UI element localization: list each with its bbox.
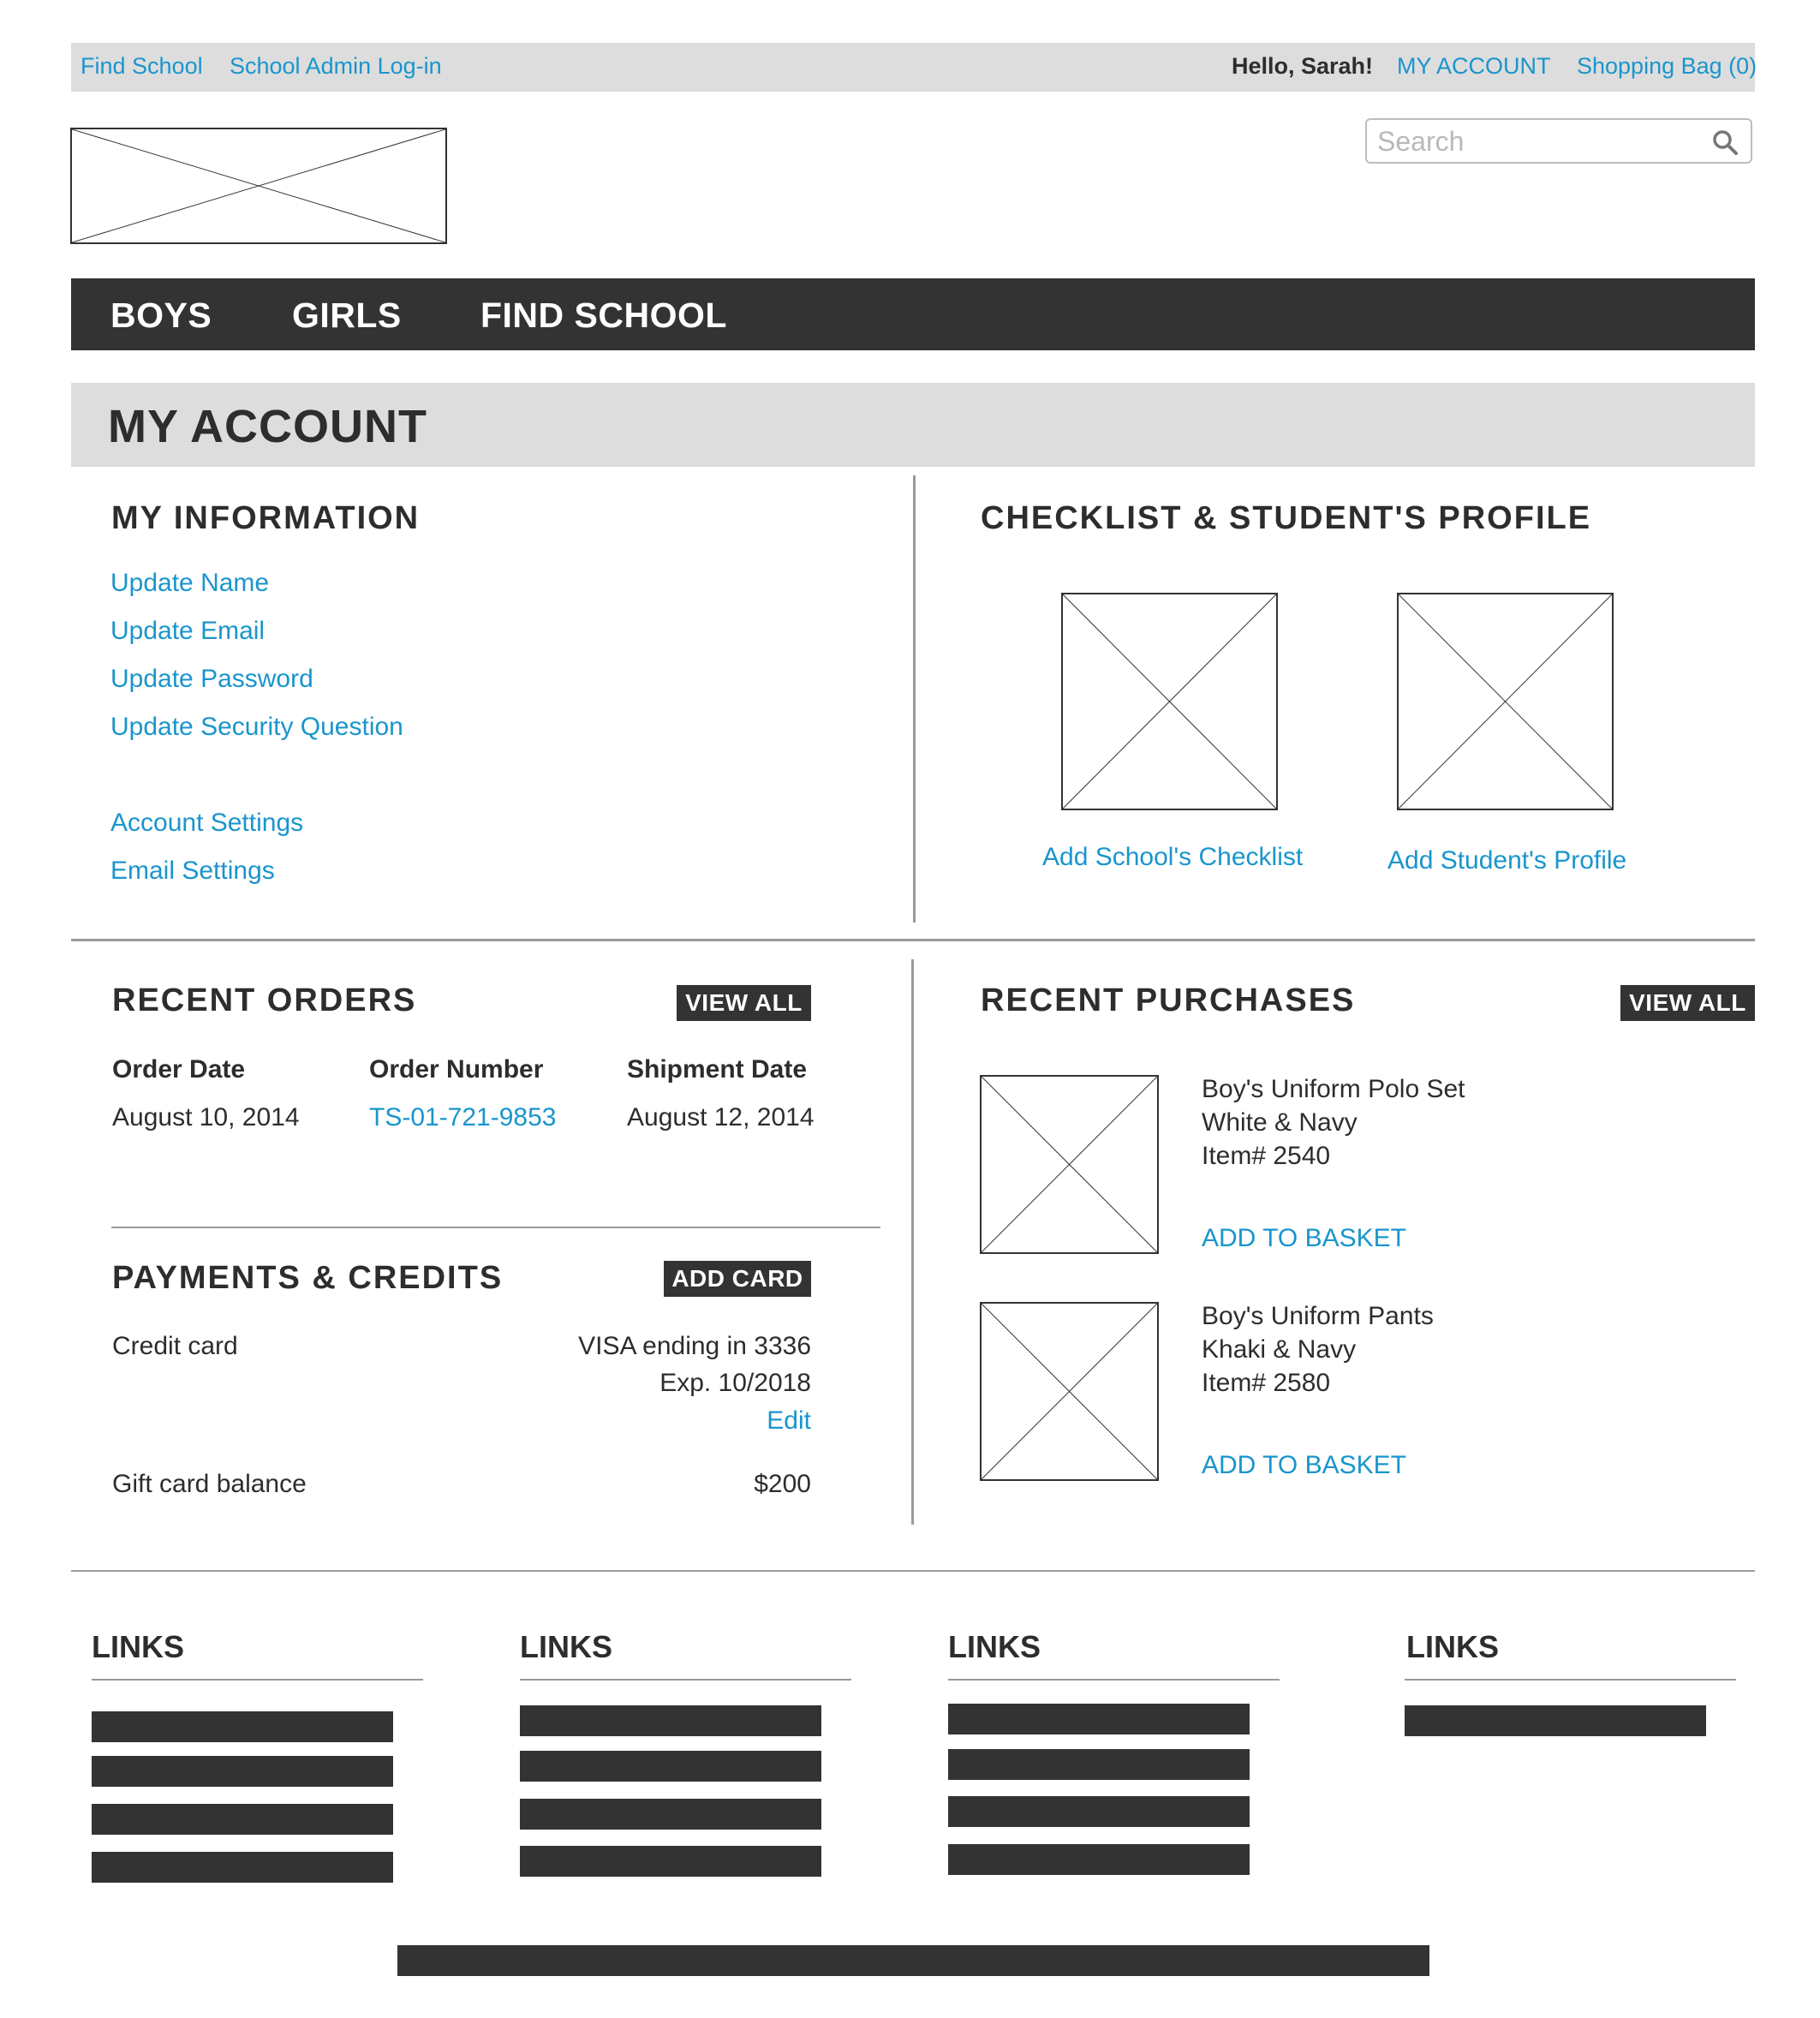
footer-column-rule [520,1679,851,1681]
product-name: Boy's Uniform Pants [1202,1302,1434,1330]
account-settings-link[interactable]: Account Settings [110,809,303,838]
orders-payments-divider [111,1227,880,1228]
credit-card-label: Credit card [112,1332,238,1360]
search-icon[interactable] [1711,128,1739,156]
footer-link-placeholder[interactable] [520,1705,821,1736]
credit-card-expiry: Exp. 10/2018 [659,1369,811,1397]
section-divider [71,939,1755,941]
student-profile-image-placeholder[interactable] [1397,593,1614,810]
footer-links-title: LINKS [1406,1629,1499,1664]
add-student-profile-link[interactable]: Add Student's Profile [1387,846,1626,875]
order-number-link[interactable]: TS-01-721-9853 [369,1103,556,1132]
update-email-link[interactable]: Update Email [110,617,265,646]
footer-links-title: LINKS [948,1629,1041,1664]
recent-purchases-title: RECENT PURCHASES [981,982,1356,1018]
order-date-header: Order Date [112,1055,246,1084]
edit-card-link[interactable]: Edit [767,1406,811,1436]
footer-column-rule [948,1679,1280,1681]
placeholder-cross-icon [982,1077,1157,1252]
order-number-header: Order Number [369,1055,544,1084]
footer-link-placeholder[interactable] [1405,1705,1706,1736]
school-admin-login-link[interactable]: School Admin Log-in [230,53,442,80]
checklist-title: CHECKLIST & STUDENT'S PROFILE [981,500,1592,536]
footer-link-placeholder[interactable] [948,1749,1250,1780]
shipment-date-value: August 12, 2014 [627,1103,815,1131]
footer-link-placeholder[interactable] [520,1799,821,1830]
product-name: Boy's Uniform Polo Set [1202,1075,1465,1103]
greeting-text: Hello, Sarah! [1232,53,1374,79]
product-image-placeholder[interactable] [980,1075,1159,1254]
update-name-link[interactable]: Update Name [110,569,269,598]
utility-bar: Find School School Admin Log-in Hello, S… [71,43,1757,92]
product-image-placeholder[interactable] [980,1302,1159,1481]
footer-link-placeholder[interactable] [92,1804,393,1835]
footer-link-placeholder[interactable] [92,1711,393,1742]
gift-card-label: Gift card balance [112,1470,307,1498]
main-nav: BOYS GIRLS FIND SCHOOL [71,278,1755,350]
nav-find-school[interactable]: FIND SCHOOL [480,296,727,336]
my-account-link[interactable]: MY ACCOUNT [1397,53,1551,80]
placeholder-cross-icon [1063,594,1276,809]
footer-link-placeholder[interactable] [948,1704,1250,1734]
column-divider-bottom [911,959,914,1525]
footer-link-placeholder[interactable] [520,1751,821,1782]
update-password-link[interactable]: Update Password [110,665,313,694]
product-item-number: Item# 2540 [1202,1142,1331,1170]
shipment-date-header: Shipment Date [627,1055,808,1084]
footer-links-title: LINKS [92,1629,184,1664]
orders-view-all-button[interactable]: VIEW ALL [677,985,811,1021]
page-title-bar: MY ACCOUNT [71,383,1755,467]
add-checklist-link[interactable]: Add School's Checklist [1042,843,1303,872]
product-color: White & Navy [1202,1108,1358,1137]
order-date-value: August 10, 2014 [112,1103,300,1131]
checklist-image-placeholder[interactable] [1061,593,1278,810]
recent-orders-title: RECENT ORDERS [112,982,417,1018]
gift-card-balance: $200 [754,1470,811,1498]
search-input[interactable] [1377,125,1703,158]
shopping-bag-link[interactable]: Shopping Bag (0) [1577,53,1757,80]
logo-placeholder[interactable] [70,128,447,244]
footer-link-placeholder[interactable] [520,1846,821,1877]
my-information-title: MY INFORMATION [111,500,421,536]
footer-column-rule [92,1679,423,1681]
add-to-basket-link[interactable]: ADD TO BASKET [1202,1224,1406,1253]
footer-links-title: LINKS [520,1629,612,1664]
product-color: Khaki & Navy [1202,1335,1357,1364]
update-security-question-link[interactable]: Update Security Question [110,713,403,742]
column-divider-top [913,475,916,922]
placeholder-cross-icon [982,1304,1157,1479]
product-item-number: Item# 2580 [1202,1369,1331,1397]
add-card-button[interactable]: ADD CARD [664,1261,811,1297]
payments-title: PAYMENTS & CREDITS [112,1260,504,1296]
purchases-view-all-button[interactable]: VIEW ALL [1620,985,1755,1021]
find-school-link[interactable]: Find School [81,53,203,80]
footer-link-placeholder[interactable] [948,1844,1250,1875]
footer-divider [71,1570,1755,1572]
email-settings-link[interactable]: Email Settings [110,857,275,886]
credit-card-description: VISA ending in 3336 [578,1332,811,1360]
copyright-placeholder [397,1945,1429,1976]
placeholder-cross-icon [72,129,445,242]
search-box [1365,118,1752,164]
page-title: MY ACCOUNT [108,401,427,452]
footer-column-rule [1405,1679,1736,1681]
footer-link-placeholder[interactable] [92,1756,393,1787]
add-to-basket-link[interactable]: ADD TO BASKET [1202,1451,1406,1480]
nav-girls[interactable]: GIRLS [292,296,402,336]
footer-link-placeholder[interactable] [948,1796,1250,1827]
footer-link-placeholder[interactable] [92,1852,393,1883]
nav-boys[interactable]: BOYS [110,296,212,336]
placeholder-cross-icon [1399,594,1612,809]
